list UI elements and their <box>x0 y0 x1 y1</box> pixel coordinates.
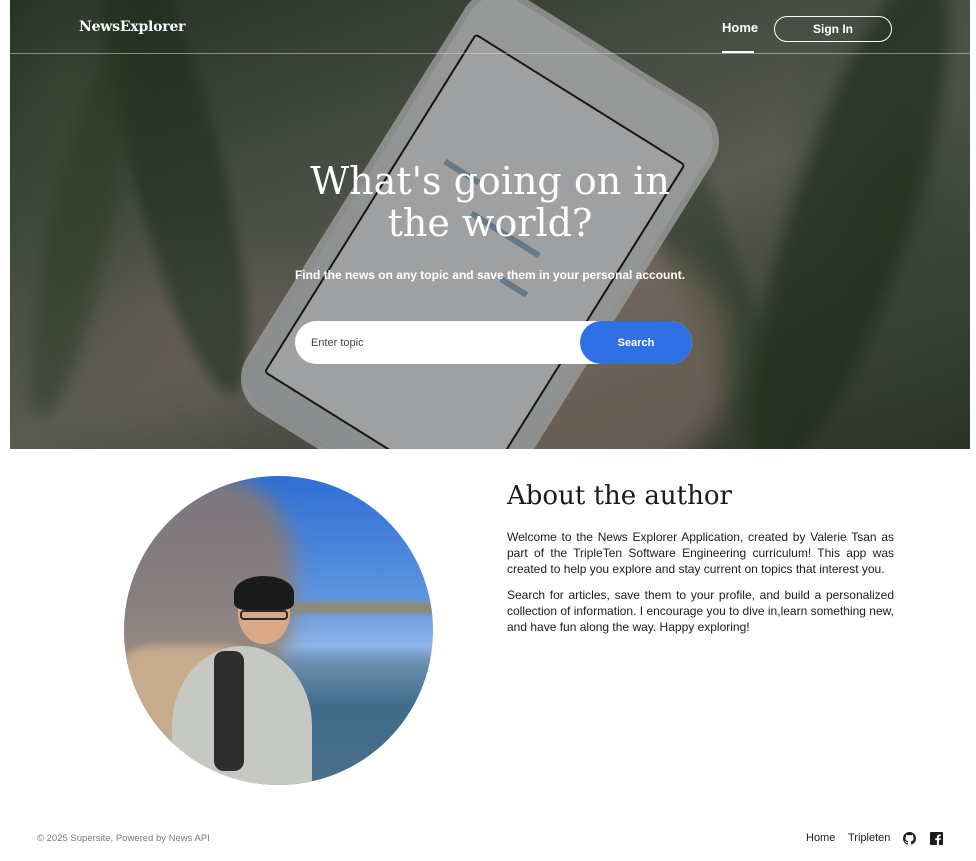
avatar-backpack-strap <box>214 651 244 771</box>
hero-subtitle: Find the news on any topic and save them… <box>294 268 686 282</box>
about-paragraph: Search for articles, save them to your p… <box>507 588 894 634</box>
search-input[interactable] <box>295 321 585 364</box>
avatar-hair <box>234 576 294 610</box>
facebook-icon[interactable] <box>930 832 943 845</box>
about-title: About the author <box>507 481 732 511</box>
avatar-far-shore <box>274 602 433 614</box>
sign-in-button[interactable]: Sign In <box>774 16 892 42</box>
footer-tripleten-link[interactable]: Tripleten <box>848 832 890 844</box>
search-form: Search <box>295 321 692 364</box>
footer-home-link[interactable]: Home <box>806 832 835 844</box>
footer-copyright: © 2025 Supersite, Powered by News API <box>37 833 210 844</box>
about-paragraph: Welcome to the News Explorer Application… <box>507 530 894 576</box>
nav-home-link[interactable]: Home <box>722 20 758 53</box>
hero-title: What's going on in the world? <box>310 159 670 245</box>
site-header: NewsExplorer Home Sign In <box>10 0 970 54</box>
github-icon[interactable] <box>903 832 916 845</box>
author-avatar <box>124 476 433 785</box>
site-logo[interactable]: NewsExplorer <box>79 19 186 35</box>
avatar-glasses <box>240 610 288 620</box>
search-button[interactable]: Search <box>580 321 692 364</box>
